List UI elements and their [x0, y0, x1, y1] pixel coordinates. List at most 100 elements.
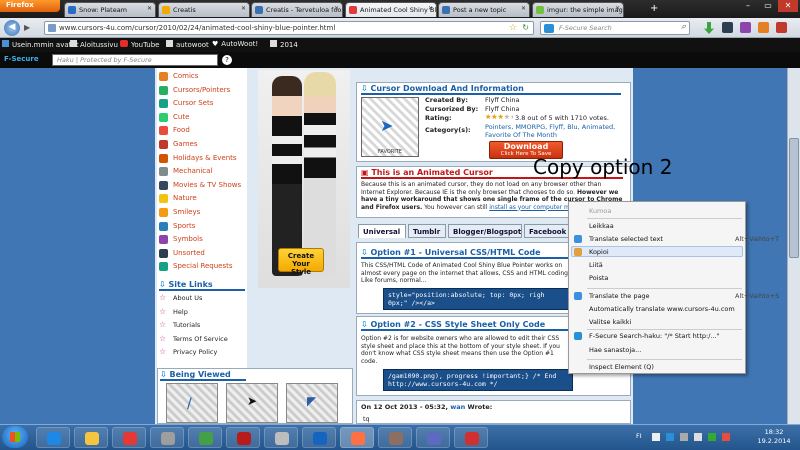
vertical-scrollbar[interactable]	[787, 68, 800, 424]
addon-icon[interactable]	[776, 22, 787, 33]
context-menu-item[interactable]: Hae sanastoja...	[589, 346, 641, 354]
taskbar-button[interactable]	[340, 427, 374, 448]
maximize-button[interactable]: ▭	[758, 0, 778, 12]
close-tab-icon[interactable]: ✕	[334, 5, 339, 12]
taskbar-button[interactable]	[264, 427, 298, 448]
search-icon[interactable]: ⌕	[681, 22, 686, 32]
start-button[interactable]	[2, 426, 28, 448]
context-menu-item[interactable]: Kopioi	[589, 248, 609, 256]
category-link[interactable]: Cursors/Pointers	[157, 84, 247, 97]
volume-icon[interactable]	[694, 433, 702, 441]
bookmark-home[interactable]: Aloitussivu	[70, 40, 118, 49]
forward-arrow-icon[interactable]: ▶	[24, 23, 36, 34]
minimize-button[interactable]: –	[738, 0, 758, 12]
context-menu-item[interactable]: Valitse kaikki	[589, 318, 631, 326]
site-link[interactable]: ☆ Terms Of Service	[157, 334, 247, 343]
download-arrow-icon[interactable]	[704, 22, 714, 34]
category-link[interactable]: Smileys	[157, 206, 247, 219]
site-link[interactable]: ☆ About Us	[157, 293, 247, 302]
context-menu-item[interactable]: Translate selected text Alt+Vaihto+T	[589, 235, 779, 243]
category-link[interactable]: Cute	[157, 111, 247, 124]
tray-language[interactable]: FI	[636, 432, 642, 440]
tray-icon[interactable]	[708, 433, 716, 441]
close-window-button[interactable]: ✕	[778, 0, 798, 12]
site-link[interactable]: ☆ Privacy Policy	[157, 347, 247, 356]
category-link[interactable]: Games	[157, 138, 247, 151]
category-link[interactable]: Comics	[157, 70, 247, 83]
category-links[interactable]: Pointers, MMORPG, Flyff, Blu, Animated, …	[485, 123, 625, 139]
create-your-style-button[interactable]: Create Your Style	[278, 248, 324, 276]
addon-icon[interactable]	[740, 22, 751, 33]
category-link[interactable]: Holidays & Events	[157, 152, 247, 165]
browser-tab[interactable]: Post a new topic ✕	[438, 2, 530, 17]
category-link[interactable]: Mechanical	[157, 165, 247, 178]
browser-tab[interactable]: Snow: Plateam ✕	[64, 2, 156, 17]
tray-icon[interactable]	[722, 433, 730, 441]
bookmark-autowoot[interactable]: autowoot	[166, 40, 209, 49]
bookmark-youtube[interactable]: YouTube	[120, 40, 159, 49]
context-menu-item[interactable]: Liitä	[589, 261, 603, 269]
site-link[interactable]: ☆ Help	[157, 307, 247, 316]
code-tab[interactable]: Facebook	[524, 224, 574, 238]
close-tab-icon[interactable]: ✕	[428, 5, 433, 12]
taskbar-button[interactable]	[74, 427, 108, 448]
site-identity-icon[interactable]	[48, 24, 56, 32]
taskbar-button[interactable]	[378, 427, 412, 448]
fsecure-search-input[interactable]: Haku | Protected by F-Secure	[52, 54, 218, 66]
context-menu-item[interactable]: Automatically translate www.cursors-4u.c…	[589, 305, 735, 313]
category-link[interactable]: Sports	[157, 220, 247, 233]
clock[interactable]: 18:32 19.2.2014	[752, 428, 796, 446]
back-arrow-icon[interactable]: ◀	[4, 20, 20, 36]
category-link[interactable]: Movies & TV Shows	[157, 179, 247, 192]
cursor-thumbnail[interactable]: /	[166, 383, 218, 423]
taskbar-button[interactable]	[112, 427, 146, 448]
context-menu-item[interactable]: Inspect Element (Q)	[589, 363, 654, 371]
addon-icon[interactable]	[758, 22, 769, 33]
bookmark-2014[interactable]: 2014	[270, 40, 298, 49]
search-input[interactable]: F-Secure Search ⌕	[540, 21, 690, 35]
bookmark-most-visited[interactable]: Usein.mmin avatut	[2, 40, 79, 49]
context-menu-item[interactable]: Poista	[589, 274, 608, 282]
tray-icon[interactable]	[652, 433, 660, 441]
close-tab-icon[interactable]: ✕	[241, 5, 246, 12]
taskbar-button[interactable]	[302, 427, 336, 448]
option1-code-textarea[interactable]: style="position:absolute; top: 0px; righ…	[383, 288, 573, 310]
close-tab-icon[interactable]: ✕	[521, 5, 526, 12]
taskbar-button[interactable]	[454, 427, 488, 448]
help-icon[interactable]: ?	[222, 55, 232, 65]
context-menu-item[interactable]: F-Secure Search-haku: "/* Start http:/..…	[589, 332, 720, 340]
code-tab[interactable]: Blogger/Blogspot	[448, 224, 522, 238]
cursor-thumbnail[interactable]: ➤	[226, 383, 278, 423]
comment-author-link[interactable]: wan	[450, 403, 465, 411]
code-tab[interactable]: Tumblr	[408, 224, 446, 238]
tray-icon[interactable]	[666, 433, 674, 441]
browser-tab[interactable]: Animated Cool Shiny Blue...✕	[345, 2, 437, 17]
search-engine-icon[interactable]	[544, 24, 554, 33]
taskbar-button[interactable]	[150, 427, 184, 448]
home-icon[interactable]	[722, 22, 733, 33]
url-input[interactable]: www.cursors-4u.com/cursor/2010/02/24/ani…	[44, 21, 534, 35]
category-link[interactable]: Cursor Sets	[157, 97, 247, 110]
browser-tab[interactable]: Creatis ✕	[158, 2, 250, 17]
firefox-menu-button[interactable]: Firefox	[0, 0, 60, 12]
category-link[interactable]: Nature	[157, 192, 247, 205]
code-tab[interactable]: Universal	[358, 224, 406, 238]
browser-tab[interactable]: imgur: the simple image...✕	[532, 2, 624, 17]
taskbar-button[interactable]	[36, 427, 70, 448]
bookmark-star-icon[interactable]: ☆	[509, 23, 517, 33]
close-tab-icon[interactable]: ✕	[615, 5, 620, 12]
network-icon[interactable]	[680, 433, 688, 441]
category-link[interactable]: Unsorted	[157, 247, 247, 260]
bookmark-autowoot-heart[interactable]: ♥ AutoWoot!	[212, 40, 258, 48]
scrollbar-thumb[interactable]	[789, 138, 799, 258]
taskbar-button[interactable]	[188, 427, 222, 448]
category-link[interactable]: Food	[157, 124, 247, 137]
context-menu-item[interactable]: Leikkaa	[589, 222, 614, 230]
cursor-thumbnail[interactable]: ◤	[286, 383, 338, 423]
new-tab-button[interactable]: +	[650, 3, 662, 15]
category-link[interactable]: Special Requests	[157, 260, 247, 273]
taskbar-button[interactable]	[226, 427, 260, 448]
cursor-preview[interactable]: ➤ FAVORITE	[361, 97, 419, 157]
category-link[interactable]: Symbols	[157, 233, 247, 246]
site-link[interactable]: ☆ Tutorials	[157, 320, 247, 329]
